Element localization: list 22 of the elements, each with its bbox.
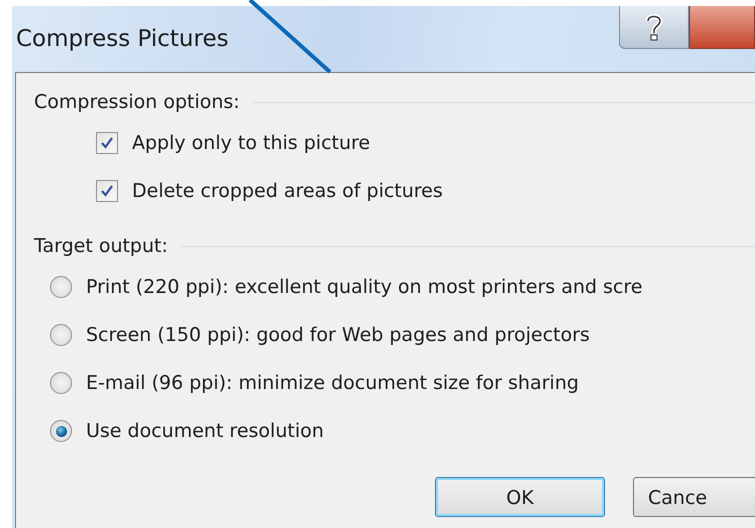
window-title: Compress Pictures (16, 24, 229, 54)
help-button[interactable] (619, 6, 689, 49)
close-button[interactable] (689, 6, 755, 49)
checkbox[interactable] (96, 132, 118, 154)
help-icon (644, 12, 664, 42)
dialog-button[interactable]: OK (435, 477, 605, 517)
option-label: Apply only to this picture (132, 130, 370, 156)
option-label: Print (220 ppi): excellent quality on most printers and scre (86, 274, 642, 300)
checkbox[interactable] (96, 180, 118, 202)
radio-button[interactable] (50, 276, 72, 298)
option-label: Use document resolution (86, 418, 324, 444)
option-label: Screen (150 ppi): good for Web pages and projectors (86, 322, 590, 348)
radio-button[interactable] (50, 324, 72, 346)
group-label: Compression options: (34, 90, 240, 115)
dialog-button[interactable]: Cance (633, 477, 755, 517)
checkmark-icon (100, 136, 114, 150)
option-label: E-mail (96 ppi): minimize document size for sharing (86, 370, 579, 396)
checkmark-icon (100, 184, 114, 198)
radio-button[interactable] (50, 372, 72, 394)
radio-button[interactable] (50, 420, 72, 442)
option-label: Delete cropped areas of pictures (132, 178, 443, 204)
group-label: Target output: (34, 234, 168, 259)
